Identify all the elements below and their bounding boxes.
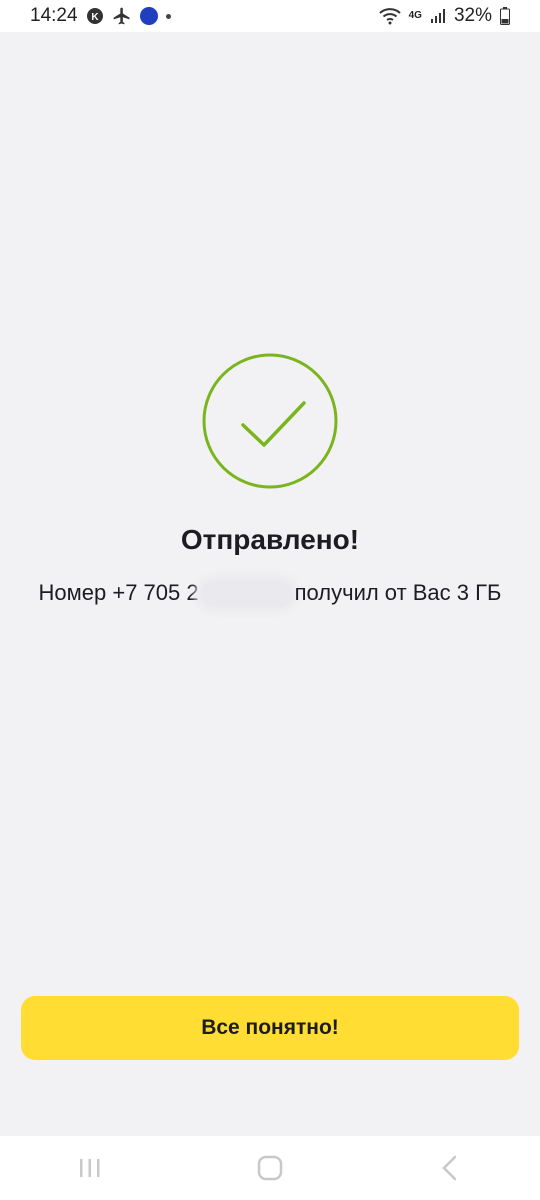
dot-icon xyxy=(165,13,171,19)
home-icon xyxy=(257,1155,283,1181)
status-bar-right: 4G 32% xyxy=(378,5,510,27)
svg-text:K: K xyxy=(91,12,99,23)
confirm-button[interactable]: Все понятно! xyxy=(21,996,519,1060)
network-type: 4G xyxy=(408,10,422,21)
message-suffix: получил от Вас 3 ГБ xyxy=(294,580,502,605)
home-button[interactable] xyxy=(240,1148,300,1188)
system-nav-bar xyxy=(0,1136,540,1200)
status-bar-left: 14:24 K xyxy=(30,5,171,27)
battery-icon xyxy=(500,7,510,25)
signal-icon xyxy=(430,8,446,24)
app-badge-icon xyxy=(139,7,158,25)
checkmark-circle-icon xyxy=(202,353,338,489)
back-button[interactable] xyxy=(420,1148,480,1188)
airplane-icon xyxy=(112,6,132,26)
recent-apps-button[interactable] xyxy=(60,1148,120,1188)
wifi-icon xyxy=(378,7,401,25)
app-notification-icon: K xyxy=(86,7,104,25)
result-message: Номер +7 705 2 получил от Вас 3 ГБ xyxy=(0,580,540,608)
page-title: Отправлено! xyxy=(180,524,360,555)
redacted-number xyxy=(200,581,293,608)
status-bar: 14:24 K 4G 32% xyxy=(0,0,540,32)
message-prefix: Номер +7 705 2 xyxy=(38,580,199,605)
battery-percent: 32% xyxy=(453,5,492,26)
recent-apps-icon xyxy=(80,1159,100,1177)
back-icon xyxy=(442,1155,457,1181)
status-time: 14:24 xyxy=(30,5,78,26)
